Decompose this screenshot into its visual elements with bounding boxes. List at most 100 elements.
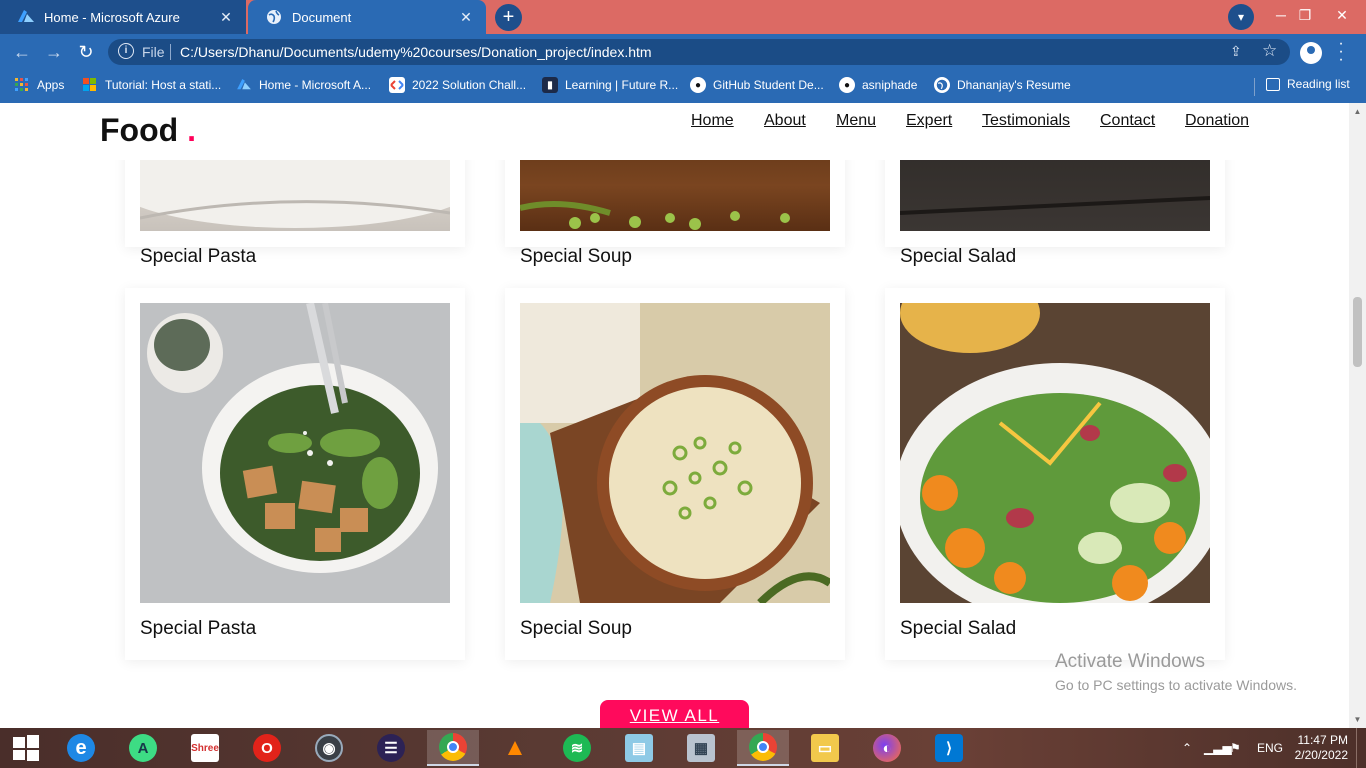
new-tab-button[interactable]: + — [495, 4, 522, 31]
android-studio-icon[interactable]: A — [117, 730, 169, 766]
github-icon: ● — [690, 77, 706, 93]
logo-text: Food — [100, 112, 179, 148]
card-title: Special Salad — [900, 246, 1017, 267]
bookmark-azure[interactable]: Home - Microsoft A... — [236, 77, 371, 93]
reading-list-button[interactable]: Reading list — [1266, 77, 1350, 91]
menu-card[interactable]: Special Pasta — [125, 288, 465, 660]
windows-taskbar: e A Shree O ◉ ☰ ▲ ≋ ▤ ▦ ▭ ◐ ⟩ ⌃ ▁▃▅ ⚑ EN… — [0, 728, 1366, 768]
scroll-thumb[interactable] — [1353, 297, 1362, 367]
vlc-icon[interactable]: ▲ — [489, 730, 541, 766]
view-all-button[interactable]: VIEW ALL — [600, 700, 749, 728]
opera-icon[interactable]: O — [241, 730, 293, 766]
info-icon[interactable]: i — [118, 43, 134, 59]
nav-testimonials[interactable]: Testimonials — [982, 112, 1070, 130]
close-tab-icon[interactable]: ✕ — [216, 9, 236, 26]
camera-icon[interactable]: ◉ — [303, 730, 355, 766]
card-title: Special Soup — [520, 246, 632, 267]
bookmark-learning[interactable]: ▮ Learning | Future R... — [542, 77, 678, 93]
card-title: Special Pasta — [140, 246, 257, 267]
url-text[interactable]: C:/Users/Dhanu/Documents/udemy%20courses… — [180, 44, 652, 60]
nav-donation[interactable]: Donation — [1185, 112, 1249, 130]
bookmark-label: Learning | Future R... — [565, 78, 679, 92]
clock-date: 2/20/2022 — [1294, 748, 1348, 762]
shree-icon[interactable]: Shree — [179, 730, 231, 766]
flag-icon[interactable]: ⚑ — [1230, 728, 1241, 768]
card-title: Special Salad — [900, 618, 1017, 639]
share-icon[interactable]: ⇪ — [1230, 43, 1242, 60]
bookmark-label: Home - Microsoft A... — [259, 78, 372, 92]
language-indicator[interactable]: ENG — [1257, 728, 1283, 768]
bookmark-github-student[interactable]: ● GitHub Student De... — [690, 77, 824, 93]
scroll-up-icon[interactable]: ▲ — [1352, 106, 1363, 117]
network-icon[interactable]: ▁▃▅ — [1204, 728, 1232, 768]
windows-start-icon[interactable] — [0, 730, 52, 766]
menu-card[interactable]: Special Soup — [505, 288, 845, 660]
azure-icon — [18, 9, 34, 25]
windows-logo-icon — [82, 77, 98, 93]
learning-icon: ▮ — [542, 77, 558, 93]
profile-avatar-icon[interactable] — [1300, 42, 1322, 64]
site-logo[interactable]: Food . — [100, 112, 196, 149]
spotify-icon[interactable]: ≋ — [551, 730, 603, 766]
globe-icon — [266, 9, 282, 25]
google-dev-icon — [389, 77, 405, 93]
tab-title: Document — [292, 9, 352, 25]
watermark-subtitle: Go to PC settings to activate Windows. — [1055, 677, 1297, 693]
bookmarks-bar: Apps Tutorial: Host a stati... Home - Mi… — [0, 70, 1366, 103]
soup-image — [520, 303, 830, 603]
card-title: Special Pasta — [140, 618, 257, 639]
nav-about[interactable]: About — [764, 112, 806, 130]
bookmark-apps[interactable]: Apps — [14, 77, 64, 93]
salad-image — [900, 303, 1210, 603]
bookmark-resume[interactable]: Dhananjay's Resume — [934, 77, 1071, 93]
eclipse-icon[interactable]: ☰ — [365, 730, 417, 766]
bookmark-label: Tutorial: Host a stati... — [105, 78, 222, 92]
tab-title: Home - Microsoft Azure — [44, 9, 180, 25]
nav-menu[interactable]: Menu — [836, 112, 876, 130]
close-tab-icon[interactable]: ✕ — [456, 9, 476, 26]
bookmark-star-icon[interactable]: ☆ — [1262, 41, 1277, 61]
chrome-profile-icon[interactable] — [737, 730, 789, 766]
divider — [1254, 78, 1255, 96]
github-icon: ● — [839, 77, 855, 93]
clock[interactable]: 11:47 PM 2/20/2022 — [1290, 728, 1348, 768]
reading-list-label: Reading list — [1287, 77, 1350, 91]
chrome-icon[interactable] — [427, 730, 479, 766]
file-explorer-icon[interactable]: ▭ — [799, 730, 851, 766]
close-window-icon[interactable]: ✕ — [1318, 0, 1366, 34]
show-desktop-button[interactable] — [1356, 728, 1366, 768]
divider — [170, 44, 171, 60]
edge-icon[interactable]: e — [55, 730, 107, 766]
bookmark-asniphade[interactable]: ● asniphade — [839, 77, 917, 93]
bookmark-label: Apps — [37, 78, 65, 92]
nav-contact[interactable]: Contact — [1100, 112, 1155, 130]
logo-dot: . — [187, 112, 196, 148]
browser-toolbar: ← → ↻ i File C:/Users/Dhanu/Documents/ud… — [0, 34, 1366, 70]
forward-icon[interactable]: → — [42, 40, 66, 64]
firefox-icon[interactable]: ◐ — [861, 730, 913, 766]
menu-kebab-icon[interactable]: · · · — [1336, 36, 1346, 68]
scheme-label: File — [142, 44, 165, 60]
bookmark-label: Dhananjay's Resume — [957, 78, 1071, 92]
address-bar[interactable]: i File C:/Users/Dhanu/Documents/udemy%20… — [108, 39, 1290, 65]
nav-expert[interactable]: Expert — [906, 112, 952, 130]
bookmark-label: asniphade — [862, 78, 918, 92]
calculator-icon[interactable]: ▦ — [675, 730, 727, 766]
nav-home[interactable]: Home — [691, 112, 734, 130]
restore-icon[interactable]: ❐ — [1290, 0, 1320, 34]
menu-card[interactable]: Special Salad — [885, 288, 1225, 660]
tab-document[interactable]: Document ✕ — [248, 0, 486, 34]
page-scrollbar[interactable]: ▲ ▼ — [1349, 103, 1366, 728]
tab-azure[interactable]: Home - Microsoft Azure ✕ — [0, 0, 246, 34]
reload-icon[interactable]: ↻ — [74, 40, 98, 64]
scroll-down-icon[interactable]: ▼ — [1352, 714, 1363, 725]
reading-list-icon — [1266, 77, 1280, 91]
notepad-icon[interactable]: ▤ — [613, 730, 665, 766]
bookmark-solution-challenge[interactable]: 2022 Solution Chall... — [389, 77, 526, 93]
show-hidden-icons[interactable]: ⌃ — [1182, 728, 1192, 768]
tab-search-icon[interactable]: ▾ — [1228, 4, 1254, 30]
back-icon[interactable]: ← — [10, 40, 34, 64]
bookmark-tutorial[interactable]: Tutorial: Host a stati... — [82, 77, 221, 93]
vscode-icon[interactable]: ⟩ — [923, 730, 975, 766]
bookmark-label: 2022 Solution Chall... — [412, 78, 527, 92]
